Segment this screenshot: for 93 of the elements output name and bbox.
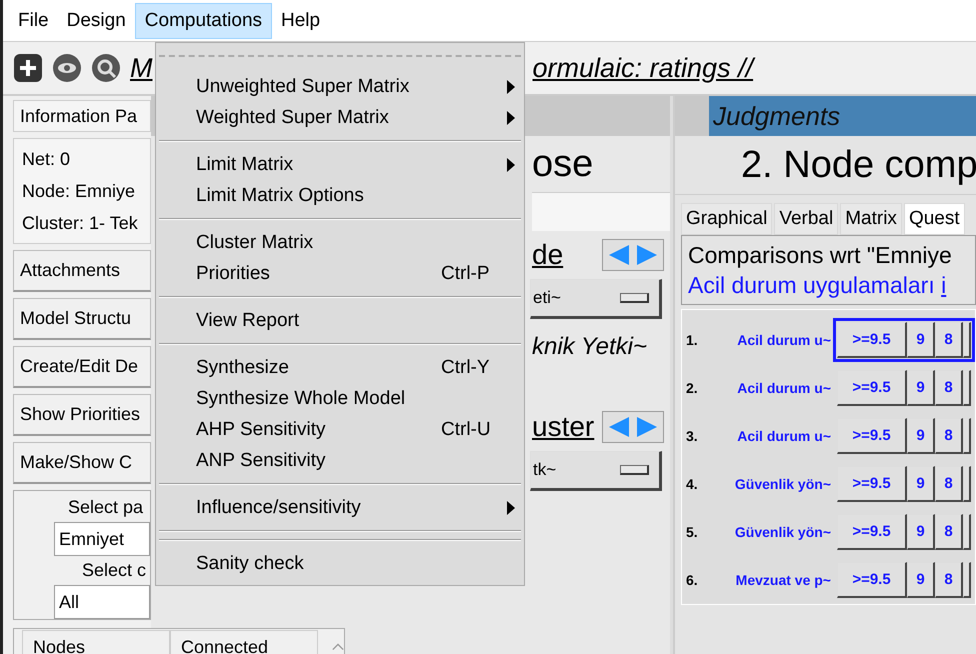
plus-icon[interactable] [13, 53, 43, 83]
model-title: M [130, 52, 152, 84]
panel-button[interactable]: Make/Show C [13, 442, 151, 484]
rating-button[interactable]: 9 [907, 514, 935, 550]
rating-button[interactable] [963, 322, 971, 358]
rating-button[interactable]: 8 [935, 418, 963, 454]
row-number: 5. [685, 524, 699, 540]
rating-button[interactable]: >=9.5 [837, 514, 907, 550]
rating-button[interactable]: 8 [935, 370, 963, 406]
menu-item[interactable]: Priorities Ctrl-P [159, 258, 521, 289]
model-title: ormulaic: ratings // [532, 52, 754, 84]
column-header[interactable]: Connected [170, 630, 318, 654]
panel-header: Information Pa [13, 100, 151, 132]
row-number: 1. [685, 332, 699, 348]
menu-item[interactable]: Unweighted Super Matrix [159, 71, 521, 102]
tab[interactable]: Quest [904, 203, 965, 235]
rating-button[interactable] [963, 370, 971, 406]
rating-button[interactable]: 8 [935, 466, 963, 502]
rating-button[interactable] [963, 418, 971, 454]
submenu-arrow-icon [507, 111, 515, 125]
panel-button[interactable]: Attachments [13, 250, 151, 292]
info-text: Net: 0 [22, 148, 72, 171]
node-dropdown[interactable]: eti~ [530, 279, 662, 319]
menu-item[interactable]: Synthesize Ctrl-Y [159, 352, 521, 383]
rating-button[interactable]: >=9.5 [837, 322, 907, 358]
menu-item[interactable]: View Report [159, 305, 521, 336]
field-label: Select c [82, 560, 148, 581]
comparison-title: Comparisons wrt "Emniye [688, 241, 953, 270]
rating-button[interactable]: 9 [907, 466, 935, 502]
rating-button[interactable] [963, 514, 971, 550]
menu-item[interactable]: Cluster Matrix [159, 227, 521, 258]
rating-button[interactable]: 9 [907, 370, 935, 406]
rating-button[interactable]: 8 [935, 322, 963, 358]
row-number: 4. [685, 476, 699, 492]
rating-button[interactable]: 8 [935, 562, 963, 598]
row-number: 2. [685, 380, 699, 396]
panel-button[interactable]: Create/Edit De [13, 346, 151, 388]
menu-item[interactable]: Limit Matrix [159, 149, 521, 180]
dropdown-icon[interactable] [620, 293, 649, 303]
tab[interactable]: Verbal [774, 203, 838, 235]
node-name: knik Yetki~ [532, 332, 648, 362]
row-label: Mevzuat ve p~ [734, 572, 832, 588]
pair-field[interactable]: Emniyet [54, 522, 150, 556]
menu-bar-item[interactable]: Design [58, 4, 135, 38]
menu-item[interactable]: AHP Sensitivity Ctrl-U [159, 414, 521, 445]
rating-button[interactable]: 9 [907, 322, 935, 358]
link[interactable]: i [941, 272, 946, 298]
menu-item[interactable]: Synthesize Whole Model [159, 383, 521, 414]
submenu-arrow-icon [507, 501, 515, 515]
submenu-arrow-icon [507, 158, 515, 172]
comparison-item: Acil durum uygulamaları [688, 272, 935, 298]
node-label[interactable]: de [532, 239, 564, 271]
tab[interactable]: Graphical [681, 203, 772, 235]
judgments-bar: Judgments [709, 96, 976, 136]
rating-button[interactable]: >=9.5 [837, 418, 907, 454]
row-label: Acil durum u~ [736, 380, 832, 396]
panel-button[interactable]: Show Priorities [13, 394, 151, 436]
rating-button[interactable] [963, 562, 971, 598]
info-text: Cluster: 1- Tek [22, 212, 139, 235]
menu-item[interactable]: Limit Matrix Options [159, 180, 521, 211]
row-label: Güvenlik yön~ [734, 476, 832, 492]
cluster-label[interactable]: uster [532, 411, 594, 443]
cluster-dropdown[interactable]: tk~ [530, 451, 662, 491]
rating-button[interactable]: 8 [935, 514, 963, 550]
rating-button[interactable] [963, 466, 971, 502]
row-label: Acil durum u~ [736, 332, 832, 348]
submenu-arrow-icon [507, 80, 515, 94]
section-heading: 2. Node comp [675, 136, 976, 195]
menu-item[interactable]: Influence/sensitivity [159, 492, 521, 523]
cluster-field[interactable]: All [54, 585, 150, 619]
panel-button[interactable]: Model Structu [13, 298, 151, 340]
tab[interactable]: Matrix [840, 203, 902, 235]
row-number: 3. [685, 428, 699, 444]
column-header[interactable]: Nodes [22, 630, 170, 654]
field-label: Select pa [68, 497, 144, 518]
row-number: 6. [685, 572, 699, 588]
menu-item[interactable]: Sanity check [159, 548, 521, 579]
dropdown-icon[interactable] [620, 465, 649, 475]
magnifier-icon[interactable] [91, 53, 121, 83]
menu-bar-item[interactable]: Computations [134, 2, 272, 38]
info-text: Node: Emniye [22, 180, 136, 203]
row-label: Güvenlik yön~ [734, 524, 832, 540]
menu-bar-item[interactable]: File [9, 4, 58, 38]
menu-bar-item[interactable]: Help [272, 4, 330, 38]
rating-button[interactable]: >=9.5 [837, 562, 907, 598]
menu-item[interactable]: ANP Sensitivity [159, 445, 521, 476]
rating-button[interactable]: 9 [907, 418, 935, 454]
row-label: Acil durum u~ [736, 428, 832, 444]
rating-button[interactable]: >=9.5 [837, 466, 907, 502]
rating-button[interactable]: 9 [907, 562, 935, 598]
eye-icon[interactable] [52, 53, 82, 83]
menu-item[interactable]: Weighted Super Matrix [159, 102, 521, 133]
rating-button[interactable]: >=9.5 [837, 370, 907, 406]
